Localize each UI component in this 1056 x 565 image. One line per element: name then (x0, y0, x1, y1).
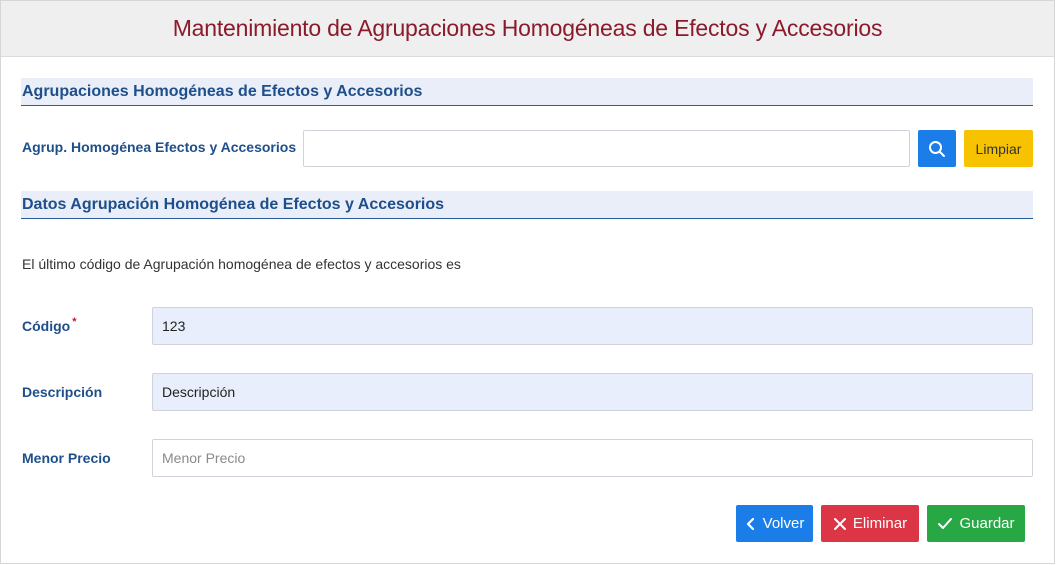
volver-button[interactable]: Volver (736, 505, 813, 542)
guardar-button[interactable]: Guardar (927, 505, 1025, 542)
data-section-header: Datos Agrupación Homogénea de Efectos y … (21, 191, 1033, 219)
chevron-left-icon (745, 517, 757, 531)
codigo-label-text: Código (22, 318, 71, 334)
close-icon (833, 517, 847, 531)
volver-label: Volver (762, 515, 805, 532)
data-section-title: Datos Agrupación Homogénea de Efectos y … (22, 195, 445, 213)
descripcion-field[interactable]: Descripción (152, 373, 1033, 411)
codigo-label: Código * (22, 316, 77, 334)
menor-precio-label: Menor Precio (22, 450, 111, 466)
descripcion-value: Descripción (162, 384, 236, 400)
search-section-title: Agrupaciones Homogéneas de Efectos y Acc… (22, 82, 423, 100)
agrupacion-search-label: Agrup. Homogénea Efectos y Accesorios (22, 139, 297, 155)
codigo-field[interactable]: 123 (152, 307, 1033, 345)
menor-precio-field[interactable]: Menor Precio (152, 439, 1033, 477)
search-icon (928, 140, 946, 158)
page-title: Mantenimiento de Agrupaciones Homogéneas… (172, 15, 883, 41)
last-code-info-text: El último código de Agrupación homogénea… (22, 256, 461, 272)
search-button[interactable] (918, 130, 956, 167)
required-marker: * (72, 316, 77, 328)
menor-precio-placeholder: Menor Precio (162, 450, 246, 466)
clear-button[interactable]: Limpiar (964, 130, 1033, 167)
guardar-label: Guardar (959, 515, 1015, 532)
codigo-value: 123 (162, 318, 186, 334)
eliminar-label: Eliminar (852, 515, 908, 532)
page-header: Mantenimiento de Agrupaciones Homogéneas… (1, 1, 1054, 57)
descripcion-label: Descripción (22, 384, 103, 400)
search-section-header: Agrupaciones Homogéneas de Efectos y Acc… (21, 78, 1033, 106)
check-icon (937, 517, 953, 531)
agrupacion-search-input[interactable] (303, 130, 910, 167)
eliminar-button[interactable]: Eliminar (821, 505, 919, 542)
